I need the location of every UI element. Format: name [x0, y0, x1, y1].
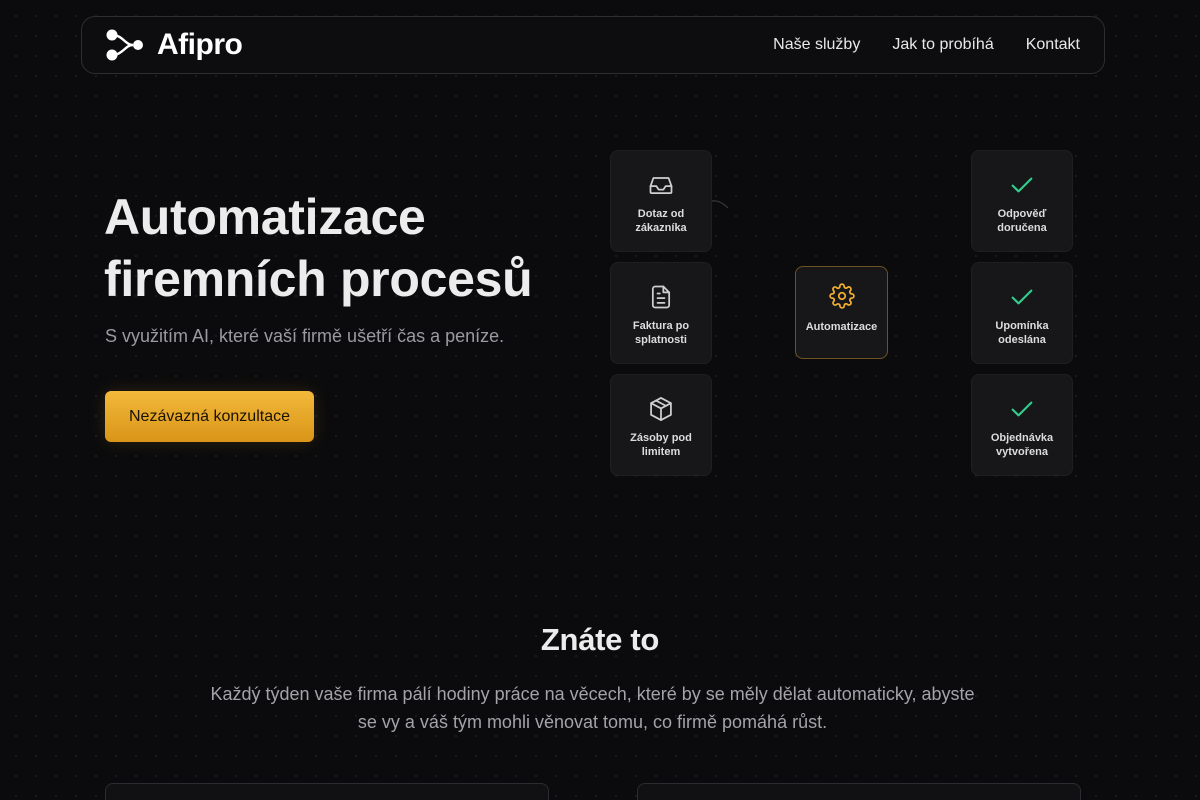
output-card-reply: Odpověď doručena: [971, 150, 1073, 252]
check-icon: [1011, 289, 1033, 305]
problem-card: [105, 783, 549, 800]
hero-title: Automatizace firemních procesů: [104, 186, 584, 310]
output-card-label: Objednávka vytvořena: [990, 432, 1054, 458]
automation-diagram: Dotaz od zákazníka Faktura po splatnosti…: [590, 130, 1110, 500]
input-card-customer-query: Dotaz od zákazníka: [610, 150, 712, 252]
output-card-reminder: Upomínka odeslána: [971, 262, 1073, 364]
hero-title-line-2: firemních procesů: [104, 251, 533, 307]
section-text: Každý týden vaše firma pálí hodiny práce…: [210, 684, 975, 732]
inbox-icon: [649, 177, 673, 195]
input-card-stock: Zásoby pod limitem: [610, 374, 712, 476]
output-card-order: Objednávka vytvořena: [971, 374, 1073, 476]
input-card-label: Faktura po splatnosti: [632, 320, 690, 346]
automation-card: Automatizace: [795, 266, 888, 359]
check-icon: [1011, 401, 1033, 417]
input-card-label: Dotaz od zákazníka: [635, 208, 687, 234]
nav-link-contact[interactable]: Kontakt: [1026, 36, 1080, 54]
automation-card-label: Automatizace: [805, 321, 878, 333]
nav-links: Naše služby Jak to probíhá Kontakt: [773, 36, 1080, 54]
navbar: Afipro Naše služby Jak to probíhá Kontak…: [81, 16, 1105, 74]
brand-name: Afipro: [157, 28, 243, 61]
nav-link-process[interactable]: Jak to probíhá: [892, 36, 993, 54]
consultation-button[interactable]: Nezávazná konzultace: [105, 391, 314, 442]
hero-title-line-1: Automatizace: [104, 189, 426, 245]
output-card-label: Odpověď doručena: [997, 208, 1047, 234]
input-card-label: Zásoby pod limitem: [630, 432, 692, 458]
logo-icon: [106, 29, 143, 61]
check-icon: [1011, 177, 1033, 193]
brand[interactable]: Afipro: [105, 28, 243, 62]
output-card-label: Upomínka odeslána: [995, 320, 1049, 346]
section-title: Znáte to: [540, 622, 660, 657]
gear-icon: [828, 283, 855, 309]
nav-link-services[interactable]: Naše služby: [773, 36, 860, 54]
input-card-invoice: Faktura po splatnosti: [610, 262, 712, 364]
problem-card: [637, 783, 1081, 800]
package-icon: [650, 397, 672, 421]
hero-subtitle: S využitím AI, které vaší firmě ušetří č…: [105, 326, 505, 346]
document-icon: [651, 285, 671, 309]
